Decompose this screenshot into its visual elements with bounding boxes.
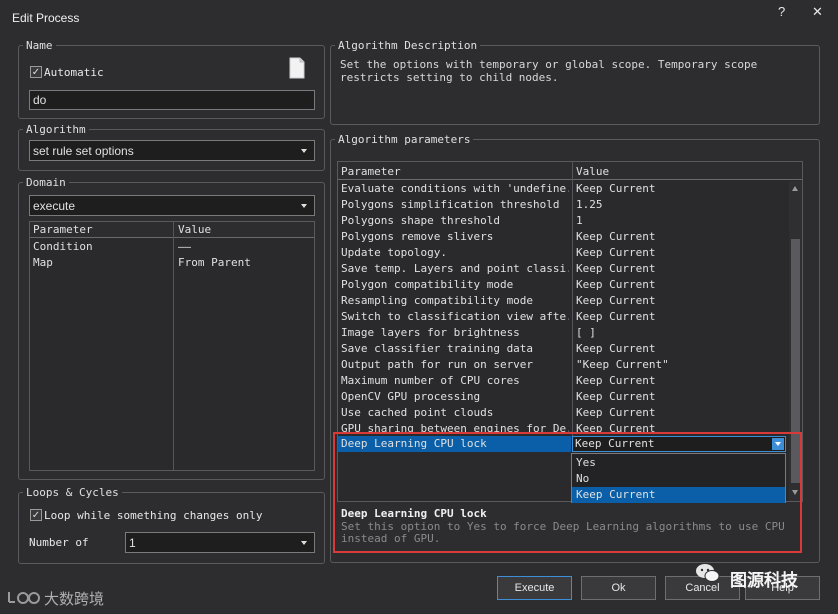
params-legend: Algorithm parameters	[338, 133, 471, 146]
domain-grid: Parameter Value Condition —— Map From Pa…	[29, 221, 315, 471]
param-row-value: "Keep Current"	[576, 358, 669, 371]
watermark-right-text: 图源科技	[730, 571, 798, 590]
param-row-name: OpenCV GPU processing	[341, 390, 481, 403]
scroll-up-icon[interactable]	[792, 186, 798, 191]
param-row-name: Save temp. Layers and point classi...	[341, 262, 569, 275]
chevron-down-icon	[301, 204, 307, 208]
param-row-value: Keep Current	[576, 278, 656, 291]
param-row-name: Resampling compatibility mode	[341, 294, 534, 307]
param-row-name: Maximum number of CPU cores	[341, 374, 520, 387]
domain-select-value: execute	[33, 199, 76, 213]
watermark-logo-icon	[8, 592, 40, 604]
param-row-value: Keep Current	[576, 342, 656, 355]
domain-row-map-value[interactable]: From Parent	[178, 256, 251, 269]
param-row[interactable]: Save temp. Layers and point classi... Kee…	[338, 261, 788, 277]
param-row-value: [ ]	[576, 326, 596, 339]
param-row-name: Use cached point clouds	[341, 406, 494, 419]
param-row-value: Keep Current	[576, 230, 656, 243]
window-title: Edit Process	[12, 11, 80, 25]
param-row-value: 1	[576, 214, 583, 227]
param-row-name: Evaluate conditions with 'undefine...	[341, 182, 569, 195]
close-icon[interactable]: ✕	[812, 4, 823, 20]
loops-legend: Loops & Cycles	[26, 486, 119, 499]
param-row-name: Switch to classification view afte...	[341, 310, 569, 323]
ok-button[interactable]: Ok	[581, 576, 656, 600]
param-row[interactable]: Evaluate conditions with 'undefine... Kee…	[338, 181, 788, 197]
param-row[interactable]: Maximum number of CPU cores Keep Current	[338, 373, 788, 389]
param-row-name: Polygon compatibility mode	[341, 278, 514, 291]
number-of-label: Number of	[29, 536, 89, 549]
domain-grid-header: Parameter Value	[30, 222, 314, 238]
param-row[interactable]: Polygon compatibility mode Keep Current	[338, 277, 788, 293]
param-row[interactable]: Polygons simplification threshold 1.25	[338, 197, 788, 213]
title-bar	[0, 0, 838, 34]
loop-label: Loop while something changes only	[44, 509, 263, 522]
param-row-name: Polygons shape threshold	[341, 214, 500, 227]
name-input[interactable]: do	[29, 90, 315, 110]
watermark-left: 大数跨境	[6, 586, 116, 610]
param-row-name: Update topology.	[341, 246, 447, 259]
param-row-name: Polygons simplification threshold	[341, 198, 560, 211]
param-row-value: Keep Current	[576, 310, 656, 323]
domain-row-condition-value[interactable]: ——	[178, 240, 191, 253]
name-legend: Name	[26, 39, 53, 52]
param-row-name: Polygons remove slivers	[341, 230, 494, 243]
automatic-label: Automatic	[44, 66, 104, 79]
param-row[interactable]: Update topology. Keep Current	[338, 245, 788, 261]
param-row[interactable]: Polygons remove slivers Keep Current	[338, 229, 788, 245]
param-row-value: Keep Current	[576, 262, 656, 275]
param-row[interactable]: Image layers for brightness [ ]	[338, 325, 788, 341]
description-text: Set the options with temporary or global…	[340, 58, 758, 84]
domain-row-map-param[interactable]: Map	[33, 256, 53, 269]
param-row-name: Image layers for brightness	[341, 326, 520, 339]
document-icon[interactable]	[289, 57, 305, 79]
number-of-value: 1	[129, 536, 136, 550]
domain-select[interactable]: execute	[29, 195, 315, 216]
loop-checkbox[interactable]: ✓	[30, 509, 42, 521]
chevron-down-icon	[301, 541, 307, 545]
highlight-box	[333, 432, 802, 553]
automatic-checkbox[interactable]: ✓	[30, 66, 42, 78]
algorithm-select-value: set rule set options	[33, 144, 134, 158]
algorithm-legend: Algorithm	[26, 123, 86, 136]
param-row-name: Output path for run on server	[341, 358, 534, 371]
param-row-value: Keep Current	[576, 390, 656, 403]
execute-button[interactable]: Execute	[497, 576, 572, 600]
wechat-icon	[695, 562, 720, 582]
help-title-button[interactable]: ?	[778, 4, 785, 19]
param-row[interactable]: Switch to classification view afte... Kee…	[338, 309, 788, 325]
param-row-value: Keep Current	[576, 182, 656, 195]
param-row[interactable]: Use cached point clouds Keep Current	[338, 405, 788, 421]
params-header-parameter: Parameter	[341, 165, 401, 178]
algorithm-select[interactable]: set rule set options	[29, 140, 315, 161]
domain-row-condition-param[interactable]: Condition	[33, 240, 93, 253]
param-row-value: Keep Current	[576, 374, 656, 387]
domain-header-parameter: Parameter	[33, 223, 93, 236]
domain-header-value: Value	[178, 223, 212, 236]
param-row-value: 1.25	[576, 198, 603, 211]
domain-legend: Domain	[26, 176, 66, 189]
number-of-select[interactable]: 1	[125, 532, 315, 553]
param-row-value: Keep Current	[576, 406, 656, 419]
param-row[interactable]: Save classifier training data Keep Curren…	[338, 341, 788, 357]
domain-column-divider	[173, 222, 174, 470]
param-row[interactable]: Output path for run on server "Keep Curre…	[338, 357, 788, 373]
param-row[interactable]: OpenCV GPU processing Keep Current	[338, 389, 788, 405]
chevron-down-icon	[301, 149, 307, 153]
description-legend: Algorithm Description	[338, 39, 478, 52]
param-row-name: Save classifier training data	[341, 342, 534, 355]
param-row-value: Keep Current	[576, 294, 656, 307]
param-row[interactable]: Polygons shape threshold 1	[338, 213, 788, 229]
params-header-value: Value	[576, 165, 610, 178]
params-grid-header: Parameter Value	[338, 162, 802, 180]
param-row[interactable]: Resampling compatibility mode Keep Curren…	[338, 293, 788, 309]
param-row-value: Keep Current	[576, 246, 656, 259]
watermark-left-text: 大数跨境	[44, 591, 105, 608]
